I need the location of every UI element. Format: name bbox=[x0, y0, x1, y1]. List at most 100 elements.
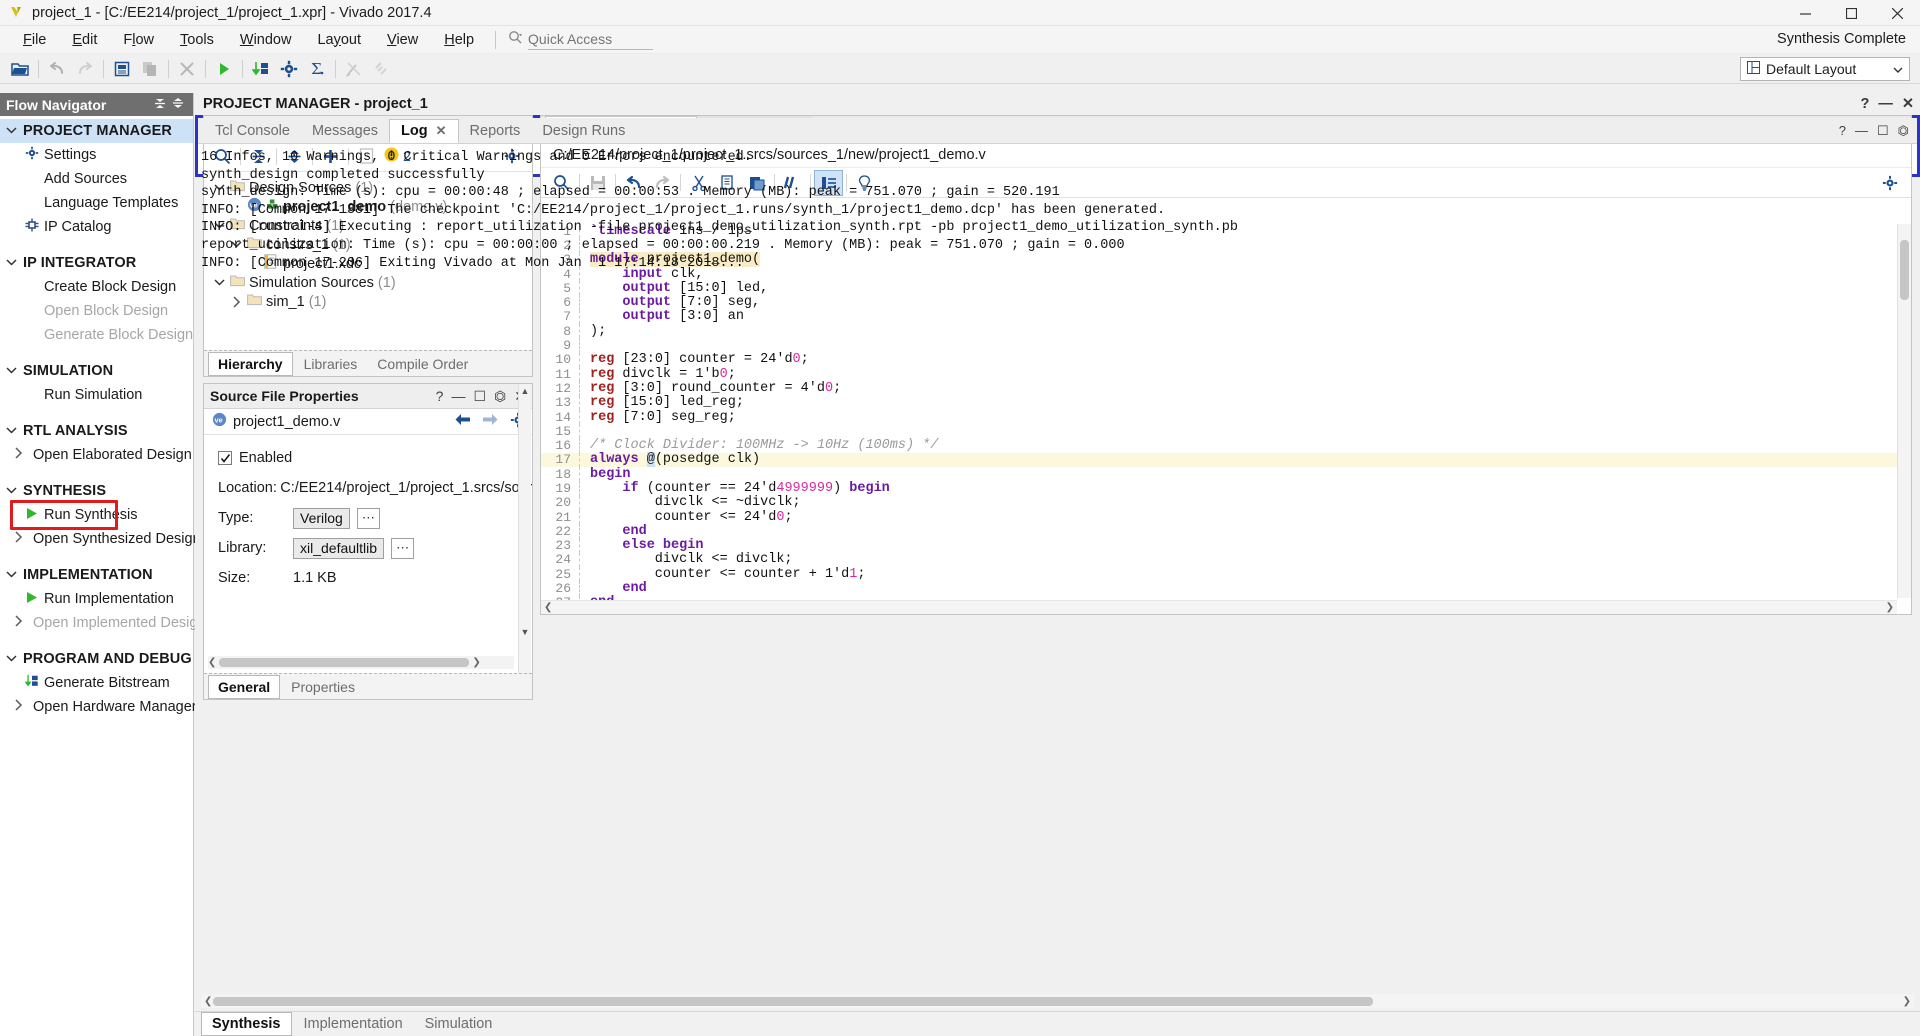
flow-item-open-synthesized-design[interactable]: Open Synthesized Design bbox=[0, 527, 193, 551]
menu-edit[interactable]: Edit bbox=[59, 29, 110, 51]
log-line: INFO: [Common 17-1381] The checkpoint 'C… bbox=[201, 202, 1914, 220]
flow-item-label: Generate Block Design bbox=[44, 327, 193, 343]
console-tab-label: Messages bbox=[312, 123, 378, 139]
ip-catalog-icon bbox=[25, 218, 38, 236]
console-tab-label: Log bbox=[401, 123, 428, 139]
flow-item-open-elaborated-design[interactable]: Open Elaborated Design bbox=[0, 443, 193, 467]
menu-layout[interactable]: Layout bbox=[304, 29, 374, 51]
play-icon bbox=[25, 591, 38, 608]
menu-window[interactable]: Window bbox=[227, 29, 305, 51]
svg-text:Σ: Σ bbox=[311, 60, 322, 78]
flow-item-run-simulation[interactable]: Run Simulation bbox=[0, 383, 193, 407]
minimize-icon[interactable]: — bbox=[1878, 96, 1893, 112]
open-project-icon[interactable] bbox=[6, 56, 34, 82]
copy-icon[interactable] bbox=[136, 56, 164, 82]
float-icon[interactable]: ⏣ bbox=[1898, 123, 1909, 139]
flow-section-simulation[interactable]: SIMULATION bbox=[0, 359, 193, 383]
flow-navigator-header: Flow Navigator bbox=[0, 93, 193, 116]
flow-section-synthesis[interactable]: SYNTHESIS bbox=[0, 479, 193, 503]
quick-access-input[interactable] bbox=[528, 30, 653, 50]
chevron-down-icon bbox=[1893, 61, 1903, 77]
menu-view[interactable]: View bbox=[374, 29, 431, 51]
collapse-all-icon[interactable] bbox=[151, 96, 169, 113]
quick-access bbox=[508, 30, 653, 50]
generate-bitstream-icon[interactable] bbox=[247, 56, 275, 82]
settings-gear-icon[interactable] bbox=[275, 56, 303, 82]
minimize-icon[interactable] bbox=[1782, 0, 1828, 26]
flow-navigator-spacer bbox=[0, 239, 193, 251]
help-icon[interactable]: ? bbox=[1839, 123, 1846, 139]
save-icon[interactable] bbox=[108, 56, 136, 82]
flow-navigator-list: PROJECT MANAGER Settings Add SourcesLangua… bbox=[0, 116, 193, 719]
project-manager-bar: PROJECT MANAGER - project_1 ? — ✕ bbox=[195, 93, 1920, 115]
menu-file[interactable]: File bbox=[10, 29, 59, 51]
close-x-icon[interactable] bbox=[173, 56, 201, 82]
flow-section-project-manager[interactable]: PROJECT MANAGER bbox=[0, 119, 193, 143]
maximize-icon[interactable]: ☐ bbox=[1877, 123, 1889, 139]
close-icon[interactable]: ✕ bbox=[436, 123, 447, 139]
chevron-down-icon bbox=[6, 123, 17, 139]
scroll-left-icon[interactable]: ❮ bbox=[204, 996, 212, 1007]
scroll-right-icon[interactable]: ❯ bbox=[1903, 996, 1911, 1007]
flow-item-open-hardware-manager[interactable]: Open Hardware Manager bbox=[0, 695, 193, 719]
expand-all-icon[interactable] bbox=[169, 96, 187, 113]
menu-tools[interactable]: Tools bbox=[167, 29, 227, 51]
flow-item-label: Open Hardware Manager bbox=[33, 699, 197, 715]
flow-section-ip-integrator[interactable]: IP INTEGRATOR bbox=[0, 251, 193, 275]
console-tab-design-runs[interactable]: Design Runs bbox=[531, 120, 636, 142]
log-line: INFO: [runtcl-4] Executing : report_util… bbox=[201, 219, 1914, 237]
flow-section-program-and-debug[interactable]: PROGRAM AND DEBUG bbox=[0, 647, 193, 671]
flow-section-implementation[interactable]: IMPLEMENTATION bbox=[0, 563, 193, 587]
flow-item-label: Settings bbox=[44, 147, 96, 163]
sigma-icon[interactable]: Σ bbox=[303, 56, 331, 82]
menu-help[interactable]: Help bbox=[431, 29, 487, 51]
run-icon[interactable] bbox=[210, 56, 238, 82]
main-area: PROJECT MANAGER - project_1 ? — ✕ Source… bbox=[195, 93, 1920, 1036]
maximize-icon[interactable] bbox=[1828, 0, 1874, 26]
flow-item-label: Open Synthesized Design bbox=[33, 531, 201, 547]
flow-item-settings[interactable]: Settings bbox=[0, 143, 193, 167]
help-icon[interactable]: ? bbox=[1860, 96, 1869, 112]
flow-item-add-sources[interactable]: Add Sources bbox=[0, 167, 193, 191]
toolbar-divider bbox=[205, 60, 206, 78]
console-bottom-tab-synthesis[interactable]: Synthesis bbox=[201, 1012, 292, 1036]
search-icon bbox=[508, 30, 523, 49]
flow-navigator-spacer bbox=[0, 347, 193, 359]
flow-item-label: Open Implemented Design bbox=[33, 615, 206, 631]
flow-item-open-block-design: Open Block Design bbox=[0, 299, 193, 323]
marker-icon[interactable] bbox=[340, 56, 368, 82]
console-window-icons: ? — ☐ ⏣ bbox=[1839, 123, 1909, 139]
minimize-icon[interactable]: — bbox=[1855, 123, 1868, 139]
console-tab-tcl-console[interactable]: Tcl Console bbox=[204, 120, 301, 142]
flow-item-generate-bitstream[interactable]: Generate Bitstream bbox=[0, 671, 193, 695]
flow-item-label: IP Catalog bbox=[44, 219, 111, 235]
console-tab-log[interactable]: Log ✕ bbox=[389, 119, 458, 143]
console-log-output[interactable]: 16 Infos, 10 Warnings, 0 Critical Warnin… bbox=[201, 149, 1914, 990]
flow-item-run-synthesis[interactable]: Run Synthesis bbox=[0, 503, 193, 527]
bitstream-icon bbox=[25, 674, 38, 692]
flow-item-ip-catalog[interactable]: IP Catalog bbox=[0, 215, 193, 239]
console-bottom-tab-implementation[interactable]: Implementation bbox=[294, 1013, 413, 1035]
close-icon[interactable]: ✕ bbox=[1902, 96, 1914, 112]
chevron-down-icon bbox=[6, 651, 17, 667]
scroll-thumb[interactable] bbox=[213, 997, 1373, 1006]
menu-flow[interactable]: Flow bbox=[110, 29, 167, 51]
chevron-right-icon bbox=[14, 699, 27, 715]
window-controls bbox=[1782, 0, 1920, 26]
flow-navigator-spacer bbox=[0, 407, 193, 419]
flow-item-create-block-design[interactable]: Create Block Design bbox=[0, 275, 193, 299]
console-tab-messages[interactable]: Messages bbox=[301, 120, 389, 142]
undo-icon[interactable] bbox=[43, 56, 71, 82]
console-horizontal-scrollbar[interactable]: ❮ ❯ bbox=[201, 994, 1914, 1008]
flow-item-run-implementation[interactable]: Run Implementation bbox=[0, 587, 193, 611]
layout-icon bbox=[1747, 61, 1760, 77]
flow-section-rtl-analysis[interactable]: RTL ANALYSIS bbox=[0, 419, 193, 443]
redo-icon[interactable] bbox=[71, 56, 99, 82]
close-icon[interactable] bbox=[1874, 0, 1920, 26]
layout-select[interactable]: Default Layout bbox=[1740, 57, 1910, 81]
console-tab-reports[interactable]: Reports bbox=[459, 120, 532, 142]
console-bottom-tab-simulation[interactable]: Simulation bbox=[415, 1013, 503, 1035]
link-icon[interactable] bbox=[368, 56, 396, 82]
flow-item-language-templates[interactable]: Language Templates bbox=[0, 191, 193, 215]
play-icon bbox=[25, 507, 38, 524]
